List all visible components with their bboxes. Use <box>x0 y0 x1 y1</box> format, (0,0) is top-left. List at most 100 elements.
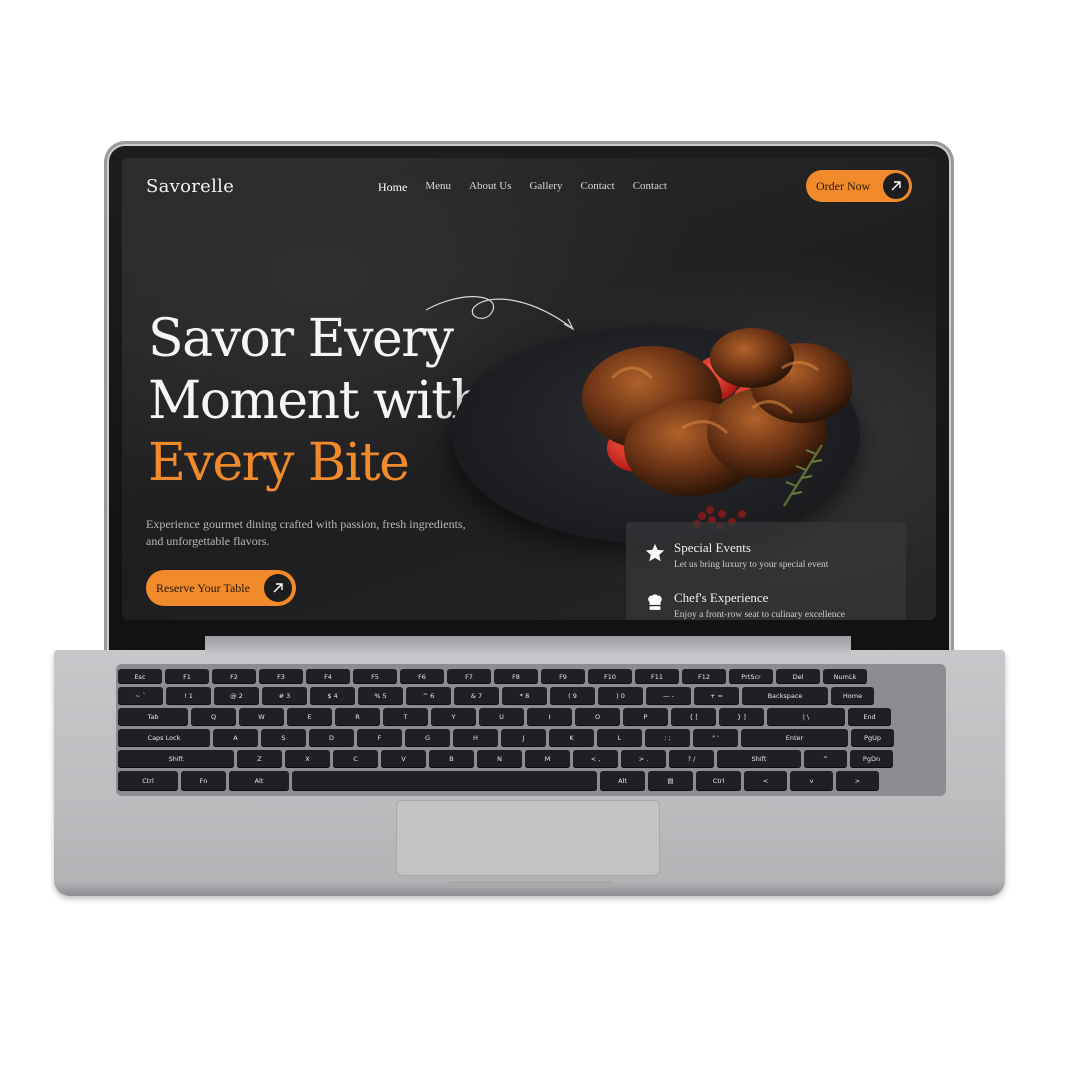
key[interactable]: S <box>261 729 306 747</box>
key-enter[interactable]: Enter <box>741 729 848 747</box>
key[interactable]: F6 <box>400 669 444 684</box>
key[interactable]: C <box>333 750 378 768</box>
key-alt-right[interactable]: Alt <box>600 771 645 791</box>
key[interactable]: K <box>549 729 594 747</box>
chef-hat-icon <box>648 594 662 610</box>
key-shift-left[interactable]: Shift <box>118 750 234 768</box>
key[interactable]: * 8 <box>502 687 547 705</box>
key-ctrl-left[interactable]: Ctrl <box>118 771 178 791</box>
key-shift-right[interactable]: Shift <box>717 750 801 768</box>
order-now-label: Order Now <box>816 178 871 193</box>
key[interactable]: < , <box>573 750 618 768</box>
key[interactable]: : ; <box>645 729 690 747</box>
nav-link-home[interactable]: Home <box>378 180 407 195</box>
key[interactable]: ~ ` <box>118 687 163 705</box>
key[interactable]: F5 <box>353 669 397 684</box>
key[interactable]: Q <box>191 708 236 726</box>
key[interactable]: A <box>213 729 258 747</box>
key[interactable]: I <box>527 708 572 726</box>
nav-link-gallery[interactable]: Gallery <box>529 180 562 195</box>
key-arrow-down[interactable]: v <box>790 771 833 791</box>
key[interactable]: @ 2 <box>214 687 259 705</box>
key-ctrl-right[interactable]: Ctrl <box>696 771 741 791</box>
key[interactable]: Home <box>831 687 874 705</box>
key[interactable]: E <box>287 708 332 726</box>
nav-link-contact[interactable]: Contact <box>580 180 614 195</box>
key[interactable]: End <box>848 708 891 726</box>
key[interactable]: H <box>453 729 498 747</box>
key[interactable]: ? / <box>669 750 714 768</box>
key-caps-lock[interactable]: Caps Lock <box>118 729 210 747</box>
key[interactable]: > . <box>621 750 666 768</box>
key[interactable]: $ 4 <box>310 687 355 705</box>
key[interactable]: NumLk <box>823 669 867 684</box>
reserve-table-button[interactable]: Reserve Your Table <box>146 570 296 606</box>
site-logo[interactable]: Savorelle <box>146 176 234 197</box>
key[interactable]: % 5 <box>358 687 403 705</box>
feature-special-events[interactable]: Special Events Let us bring luxury to yo… <box>644 540 828 572</box>
key-backspace[interactable]: Backspace <box>742 687 828 705</box>
key[interactable]: } ] <box>719 708 764 726</box>
key[interactable]: F11 <box>635 669 679 684</box>
key[interactable]: F2 <box>212 669 256 684</box>
key-arrow-left[interactable]: < <box>744 771 787 791</box>
key[interactable]: Esc <box>118 669 162 684</box>
nav-link-contact-2[interactable]: Contact <box>633 180 667 195</box>
key[interactable]: U <box>479 708 524 726</box>
key-fn[interactable]: Fn <box>181 771 226 791</box>
key[interactable]: J <box>501 729 546 747</box>
key[interactable]: | \ <box>767 708 845 726</box>
key[interactable]: PgDn <box>850 750 893 768</box>
key[interactable]: { [ <box>671 708 716 726</box>
key-tab[interactable]: Tab <box>118 708 188 726</box>
key[interactable]: Z <box>237 750 282 768</box>
key[interactable]: F <box>357 729 402 747</box>
key[interactable]: O <box>575 708 620 726</box>
key[interactable]: " ' <box>693 729 738 747</box>
key[interactable]: & 7 <box>454 687 499 705</box>
key-arrow-up[interactable]: ^ <box>804 750 847 768</box>
key[interactable]: Del <box>776 669 820 684</box>
key[interactable]: — - <box>646 687 691 705</box>
key[interactable]: F1 <box>165 669 209 684</box>
key[interactable]: PgUp <box>851 729 894 747</box>
feature-chefs-experience[interactable]: Chef's Experience Enjoy a front-row seat… <box>644 590 845 620</box>
touchpad[interactable] <box>396 800 660 876</box>
order-now-button[interactable]: Order Now <box>806 170 912 202</box>
nav-link-about-us[interactable]: About Us <box>469 180 511 195</box>
hero-subtitle: Experience gourmet dining crafted with p… <box>146 517 466 548</box>
key-space[interactable] <box>292 771 597 791</box>
key-menu[interactable]: ▤ <box>648 771 693 791</box>
key[interactable]: D <box>309 729 354 747</box>
key[interactable]: F8 <box>494 669 538 684</box>
key[interactable]: P <box>623 708 668 726</box>
key[interactable]: ( 9 <box>550 687 595 705</box>
key-alt-left[interactable]: Alt <box>229 771 289 791</box>
key[interactable]: Y <box>431 708 476 726</box>
key[interactable]: N <box>477 750 522 768</box>
key[interactable]: ^ 6 <box>406 687 451 705</box>
key[interactable]: V <box>381 750 426 768</box>
key[interactable]: B <box>429 750 474 768</box>
key[interactable]: F12 <box>682 669 726 684</box>
key[interactable]: F7 <box>447 669 491 684</box>
key[interactable]: ! 1 <box>166 687 211 705</box>
feature-desc: Let us bring luxury to your special even… <box>674 560 829 570</box>
key[interactable]: R <box>335 708 380 726</box>
key[interactable]: L <box>597 729 642 747</box>
key[interactable]: F4 <box>306 669 350 684</box>
key[interactable]: F9 <box>541 669 585 684</box>
key[interactable]: ) 0 <box>598 687 643 705</box>
key-arrow-right[interactable]: > <box>836 771 879 791</box>
key[interactable]: W <box>239 708 284 726</box>
key[interactable]: F10 <box>588 669 632 684</box>
key[interactable]: X <box>285 750 330 768</box>
key[interactable]: # 3 <box>262 687 307 705</box>
key[interactable]: + = <box>694 687 739 705</box>
nav-link-menu[interactable]: Menu <box>425 180 451 195</box>
key[interactable]: T <box>383 708 428 726</box>
key[interactable]: M <box>525 750 570 768</box>
key[interactable]: F3 <box>259 669 303 684</box>
key[interactable]: PrtScr <box>729 669 773 684</box>
key[interactable]: G <box>405 729 450 747</box>
